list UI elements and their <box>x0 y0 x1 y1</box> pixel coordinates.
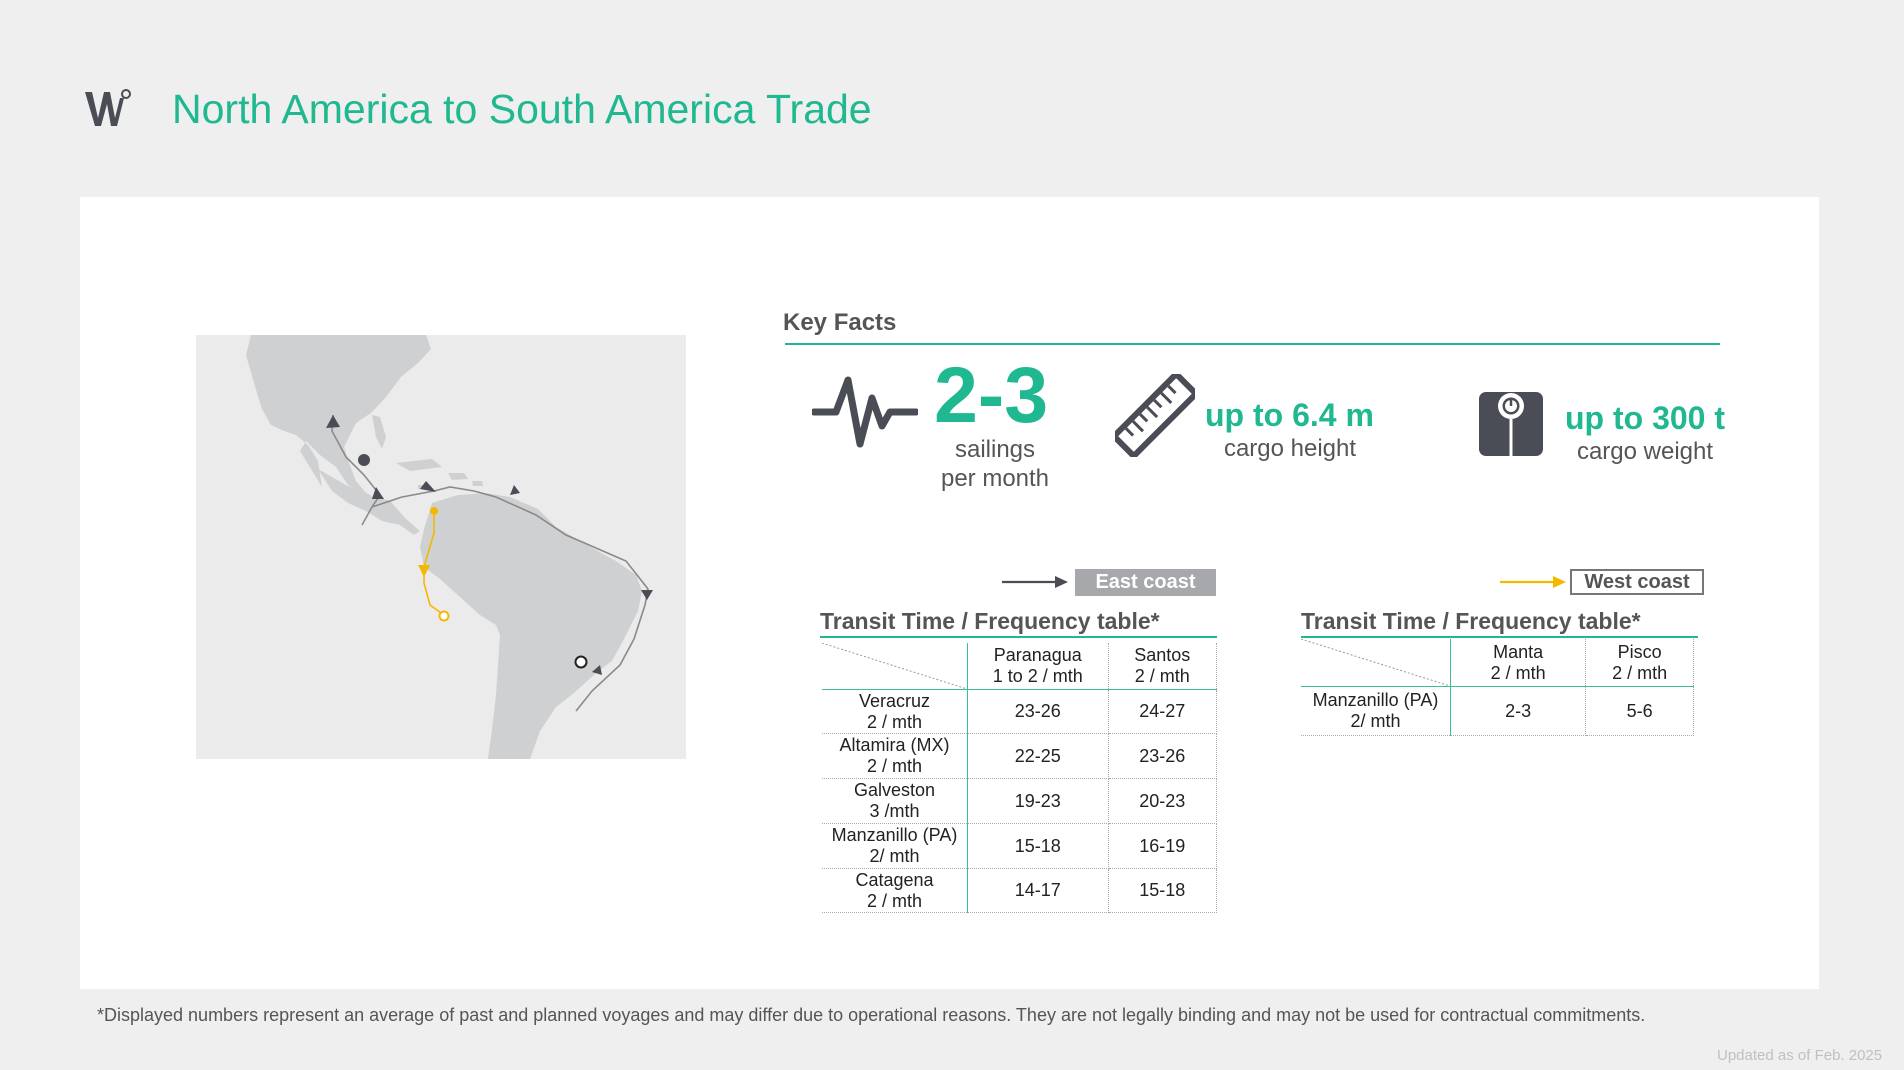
weight-scale-icon <box>1479 392 1543 456</box>
key-facts-heading: Key Facts <box>783 309 897 336</box>
sailings-value: 2-3 <box>934 350 1049 439</box>
sailings-label-2: per month <box>940 465 1050 492</box>
west-route-arrow-icon <box>1500 576 1566 588</box>
table-row: Galveston 3 /mth 19-23 20-23 <box>822 778 1217 824</box>
transit-cell: 22-25 <box>967 733 1109 779</box>
sailings-label: sailings <box>954 436 1036 463</box>
transit-cell: 2-3 <box>1450 686 1587 736</box>
table-row: Catagena 2 / mth 14-17 15-18 <box>822 868 1217 913</box>
west-table-divider <box>1301 636 1698 638</box>
transit-cell: 23-26 <box>967 689 1109 734</box>
row-header: Manzanillo (PA) 2/ mth <box>822 823 968 869</box>
table-row: Manzanillo (PA) 2/ mth 15-18 16-19 <box>822 823 1217 869</box>
east-route-arrow-icon <box>1002 576 1068 588</box>
row-header: Altamira (MX) 2 / mth <box>822 733 968 779</box>
key-facts-divider <box>785 343 1720 345</box>
transit-cell: 15-18 <box>967 823 1109 869</box>
row-header: Manzanillo (PA) 2/ mth <box>1301 686 1451 736</box>
transit-cell: 23-26 <box>1108 733 1217 779</box>
transit-cell: 16-19 <box>1108 823 1217 869</box>
table-row: Veracruz 2 / mth 23-26 24-27 <box>822 689 1217 734</box>
height-label: cargo height <box>1223 435 1357 462</box>
page-title: North America to South America Trade <box>172 86 872 132</box>
west-col-header: Pisco 2 / mth <box>1585 639 1694 687</box>
west-table-title: Transit Time / Frequency table* <box>1301 608 1641 634</box>
transit-cell: 5-6 <box>1585 686 1694 736</box>
transit-cell: 15-18 <box>1108 868 1217 913</box>
weight-label: cargo weight <box>1576 438 1714 465</box>
pulse-icon <box>812 376 918 448</box>
west-transit-table: Manta 2 / mth Pisco 2 / mth Manzanillo (PA… <box>1301 639 1694 736</box>
route-map <box>196 335 686 759</box>
west-diagonal-cell <box>1301 639 1451 687</box>
east-table-title: Transit Time / Frequency table* <box>820 608 1160 634</box>
table-row: Manzanillo (PA) 2/ mth 2-3 5-6 <box>1301 686 1694 736</box>
east-col-header: Paranagua 1 to 2 / mth <box>967 643 1109 690</box>
ruler-icon <box>1115 374 1195 457</box>
disclaimer-footnote: *Displayed numbers represent an average … <box>97 1005 1646 1025</box>
east-col-header: Santos 2 / mth <box>1108 643 1217 690</box>
height-value: up to 6.4 m <box>1205 397 1374 433</box>
w-logo-icon <box>85 89 131 126</box>
row-header: Galveston 3 /mth <box>822 778 968 824</box>
east-table-divider <box>820 636 1217 638</box>
table-row: Altamira (MX) 2 / mth 22-25 23-26 <box>822 733 1217 779</box>
row-header: Catagena 2 / mth <box>822 868 968 913</box>
transit-cell: 24-27 <box>1108 689 1217 734</box>
west-col-header: Manta 2 / mth <box>1450 639 1587 687</box>
east-coast-legend: East coast <box>1075 569 1216 596</box>
updated-date: Updated as of Feb. 2025 <box>1717 1047 1883 1064</box>
transit-cell: 14-17 <box>967 868 1109 913</box>
west-coast-legend: West coast <box>1570 569 1704 595</box>
transit-cell: 20-23 <box>1108 778 1217 824</box>
transit-cell: 19-23 <box>967 778 1109 824</box>
east-transit-table: Paranagua 1 to 2 / mth Santos 2 / mth Vera… <box>822 643 1217 913</box>
weight-value: up to 300 t <box>1565 400 1726 436</box>
row-header: Veracruz 2 / mth <box>822 689 968 734</box>
east-diagonal-cell <box>822 643 968 690</box>
